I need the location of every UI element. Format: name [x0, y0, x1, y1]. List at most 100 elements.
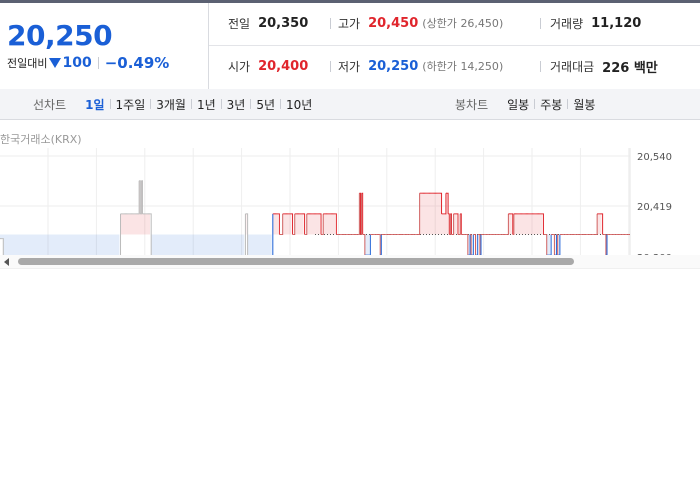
price-line-segment [555, 234, 558, 255]
price-line-segment [550, 234, 552, 255]
price-line-segment [293, 213, 296, 236]
area-below-reference [247, 234, 272, 255]
price-line-segment [466, 234, 469, 255]
candle-chart-tab-group: 봉차트 일봉 주봉 월봉 [455, 89, 600, 119]
tab-weekly[interactable]: 주봉 [535, 96, 567, 113]
price-line-segment [322, 213, 324, 236]
tab-1y[interactable]: 1년 [192, 96, 221, 113]
upper-limit-label: 상한가 [426, 17, 457, 30]
turnover-cell: 거래대금 226 백만 [550, 57, 658, 76]
high-cell: 고가 20,450 (상한가 26,450) [338, 14, 503, 32]
prev-close-cell: 전일 20,350 [228, 14, 308, 32]
area-below-reference [364, 234, 370, 255]
divider [540, 61, 541, 72]
price-line-segment [120, 213, 122, 255]
y-tick-label: 20,419 [637, 202, 672, 213]
line-chart-tab-group: 선차트 1일 1주일 3개월 1년 3년 5년 10년 [33, 89, 317, 119]
price-line-segment [558, 234, 561, 255]
area-above-reference [597, 213, 602, 235]
area-above-reference [272, 213, 279, 235]
change-row: 전일대비 100 −0.49% [7, 54, 169, 72]
triangle-down-icon [49, 58, 62, 68]
price-line-segment [278, 213, 280, 235]
area-below-reference [0, 234, 120, 255]
divider [97, 57, 99, 69]
tab-1w[interactable]: 1주일 [111, 96, 151, 113]
change-label: 전일대비 [7, 57, 48, 70]
scrollbar-thumb[interactable] [18, 258, 574, 265]
price-line-segment [474, 234, 477, 255]
tab-10y[interactable]: 10년 [281, 96, 317, 113]
price-line-segment [363, 234, 366, 255]
high-label: 고가 [338, 16, 361, 31]
price-line-segment [246, 213, 249, 255]
low-value: 20,250 [368, 58, 419, 74]
prev-close-label: 전일 [228, 16, 251, 31]
price-line-segment [358, 193, 360, 236]
price-line-segment [319, 213, 322, 235]
price-line-segment [369, 234, 371, 255]
low-label: 저가 [338, 59, 361, 74]
high-value: 20,450 [368, 15, 419, 31]
price-line-segment [511, 213, 514, 235]
tab-3m[interactable]: 3개월 [151, 96, 191, 113]
change-rate: −0.49% [104, 54, 170, 72]
turnover-label: 거래대금 [550, 59, 595, 74]
price-line-segment [545, 234, 548, 255]
area-above-reference [120, 180, 151, 235]
area-above-reference [323, 213, 336, 235]
price-line-segment [281, 213, 284, 236]
price-line-segment [542, 213, 544, 235]
price-line-segment [244, 213, 246, 255]
upper-limit-value: 26,450 [460, 17, 499, 30]
volume-cell: 거래량 11,120 [550, 14, 641, 32]
exchange-label: 한국거래소(KRX) [0, 133, 82, 146]
price-line-segment [596, 213, 598, 236]
lower-limit: (하한가 14,250) [422, 60, 504, 73]
price-line-segment [138, 180, 140, 215]
open-value: 20,400 [258, 58, 309, 74]
divider [330, 18, 331, 29]
tab-5y[interactable]: 5년 [251, 96, 280, 113]
low-cell: 저가 20,250 (하한가 14,250) [338, 57, 503, 75]
price-line-segment [335, 213, 337, 235]
price-box: 20,250 전일대비 100 −0.49% [0, 3, 209, 89]
area-above-reference [294, 213, 304, 235]
price-line-segment [291, 213, 294, 235]
price-line-segment [601, 213, 604, 235]
price-line-segment [418, 193, 421, 236]
area-below-reference [151, 234, 245, 255]
chart-scrollbar[interactable] [0, 255, 700, 269]
upper-limit: (상한가 26,450) [422, 17, 504, 30]
turnover-value: 226 백만 [602, 60, 658, 76]
divider [540, 18, 541, 29]
price-line-segment [604, 234, 607, 255]
price-line-segment [459, 213, 461, 236]
arrow-left-icon[interactable] [4, 258, 9, 266]
open-label: 시가 [228, 59, 251, 74]
area-above-reference [513, 213, 543, 235]
price-line-segment [468, 234, 471, 255]
candle-chart-title: 봉차트 [455, 97, 489, 112]
price-line-segment [444, 193, 447, 215]
prev-close-value: 20,350 [258, 15, 309, 31]
tab-monthly[interactable]: 월봉 [568, 96, 600, 113]
price-line-segment [150, 213, 152, 255]
tab-3y[interactable]: 3년 [222, 96, 251, 113]
current-price: 20,250 [7, 19, 113, 52]
price-line-segment [379, 234, 381, 255]
price-line-segment [456, 213, 459, 235]
tab-daily[interactable]: 일봉 [502, 96, 534, 113]
price-line-segment [452, 213, 455, 236]
price-line-segment [448, 213, 450, 235]
tab-1d[interactable]: 1일 [80, 96, 109, 113]
volume-label: 거래량 [550, 16, 584, 31]
quote-panel: 20,250 전일대비 100 −0.49% 전일 20,350 고가 20,4… [0, 3, 700, 90]
price-line-segment [305, 213, 308, 236]
price-line-segment [472, 234, 474, 255]
volume-value: 11,120 [591, 15, 642, 31]
price-line-segment [507, 213, 509, 236]
intraday-price-chart: 20,54020,41920,300 [0, 148, 672, 255]
price-line-segment [2, 238, 4, 255]
y-tick-label: 20,540 [637, 152, 672, 163]
